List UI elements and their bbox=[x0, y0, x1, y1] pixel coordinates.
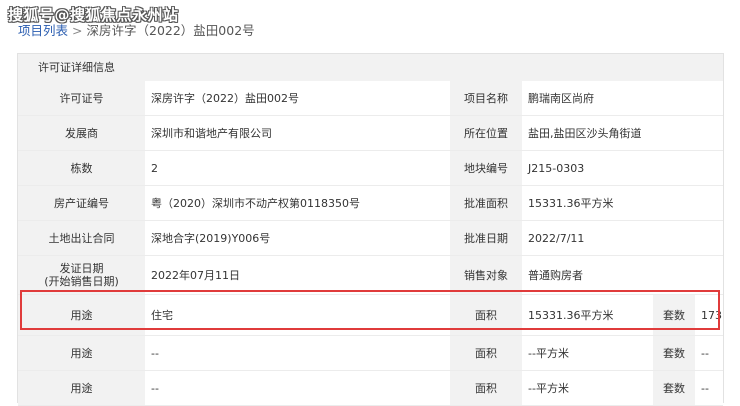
table-row: 栋数 2 地块编号 J215-0303 bbox=[18, 151, 723, 186]
cell-label: 批准日期 bbox=[450, 221, 522, 255]
license-detail-table: 许可证号 深房许字（2022）盐田002号 项目名称 鹏瑞南区尚府 发展商 深圳… bbox=[18, 81, 723, 406]
cell-value: --平方米 bbox=[522, 371, 653, 405]
cell-label: 项目名称 bbox=[450, 81, 522, 115]
cell-value: 15331.36平方米 bbox=[522, 295, 653, 335]
cell-value: 住宅 bbox=[145, 295, 450, 335]
cell-value: 2022年07月11日 bbox=[145, 256, 450, 294]
table-row: 发展商 深圳市和谐地产有限公司 所在位置 盐田,盐田区沙头角街道 bbox=[18, 116, 723, 151]
cell-value: --平方米 bbox=[522, 336, 653, 370]
label-issue-date: 发证日期 bbox=[59, 262, 104, 275]
cell-value: 15331.36平方米 bbox=[522, 186, 723, 220]
cell-label: 套数 bbox=[653, 295, 695, 335]
cell-value: -- bbox=[145, 336, 450, 370]
cell-label: 面积 bbox=[450, 371, 522, 405]
cell-label: 土地出让合同 bbox=[18, 221, 145, 255]
cell-value: 2022/7/11 bbox=[522, 221, 723, 255]
cell-value: -- bbox=[145, 371, 450, 405]
cell-label: 所在位置 bbox=[450, 116, 522, 150]
breadcrumb-link-project-list[interactable]: 项目列表 bbox=[18, 23, 68, 38]
cell-value: 鹏瑞南区尚府 bbox=[522, 81, 723, 115]
label-sale-start: (开始销售日期) bbox=[44, 275, 119, 288]
usage-row: 用途 -- 面积 --平方米 套数 -- bbox=[18, 371, 723, 406]
cell-label: 发证日期 (开始销售日期) bbox=[18, 256, 145, 294]
cell-label: 用途 bbox=[18, 295, 145, 335]
cell-value: 173 bbox=[695, 295, 723, 335]
breadcrumb-separator: > bbox=[72, 23, 83, 38]
cell-value: -- bbox=[695, 371, 723, 405]
cell-label: 栋数 bbox=[18, 151, 145, 185]
license-detail-panel: 许可证详细信息 许可证号 深房许字（2022）盐田002号 项目名称 鹏瑞南区尚… bbox=[17, 53, 724, 406]
usage-row: 用途 -- 面积 --平方米 套数 -- bbox=[18, 336, 723, 371]
cell-label: 用途 bbox=[18, 371, 145, 405]
usage-row: 用途 住宅 面积 15331.36平方米 套数 173 bbox=[18, 295, 723, 336]
cell-label: 销售对象 bbox=[450, 256, 522, 294]
cell-label: 套数 bbox=[653, 336, 695, 370]
cell-value: 盐田,盐田区沙头角街道 bbox=[522, 116, 723, 150]
cell-value: -- bbox=[695, 336, 723, 370]
cell-value: 深地合字(2019)Y006号 bbox=[145, 221, 450, 255]
cell-value: 普通购房者 bbox=[522, 256, 723, 294]
watermark-text: 搜狐号@搜狐焦点永州站 bbox=[8, 6, 179, 24]
cell-label: 地块编号 bbox=[450, 151, 522, 185]
cell-label: 批准面积 bbox=[450, 186, 522, 220]
cell-label: 房产证编号 bbox=[18, 186, 145, 220]
breadcrumb-current: 深房许字（2022）盐田002号 bbox=[86, 23, 255, 38]
table-row: 土地出让合同 深地合字(2019)Y006号 批准日期 2022/7/11 bbox=[18, 221, 723, 256]
cell-value: 深圳市和谐地产有限公司 bbox=[145, 116, 450, 150]
cell-value: J215-0303 bbox=[522, 151, 723, 185]
cell-value: 粤（2020）深圳市不动产权第0118350号 bbox=[145, 186, 450, 220]
cell-label: 套数 bbox=[653, 371, 695, 405]
cell-label: 用途 bbox=[18, 336, 145, 370]
cell-label: 面积 bbox=[450, 336, 522, 370]
table-row: 发证日期 (开始销售日期) 2022年07月11日 销售对象 普通购房者 bbox=[18, 256, 723, 295]
cell-label: 许可证号 bbox=[18, 81, 145, 115]
table-row: 房产证编号 粤（2020）深圳市不动产权第0118350号 批准面积 15331… bbox=[18, 186, 723, 221]
cell-value: 深房许字（2022）盐田002号 bbox=[145, 81, 450, 115]
panel-title: 许可证详细信息 bbox=[38, 61, 115, 74]
cell-value: 2 bbox=[145, 151, 450, 185]
cell-label: 面积 bbox=[450, 295, 522, 335]
table-row: 许可证号 深房许字（2022）盐田002号 项目名称 鹏瑞南区尚府 bbox=[18, 81, 723, 116]
cell-label: 发展商 bbox=[18, 116, 145, 150]
